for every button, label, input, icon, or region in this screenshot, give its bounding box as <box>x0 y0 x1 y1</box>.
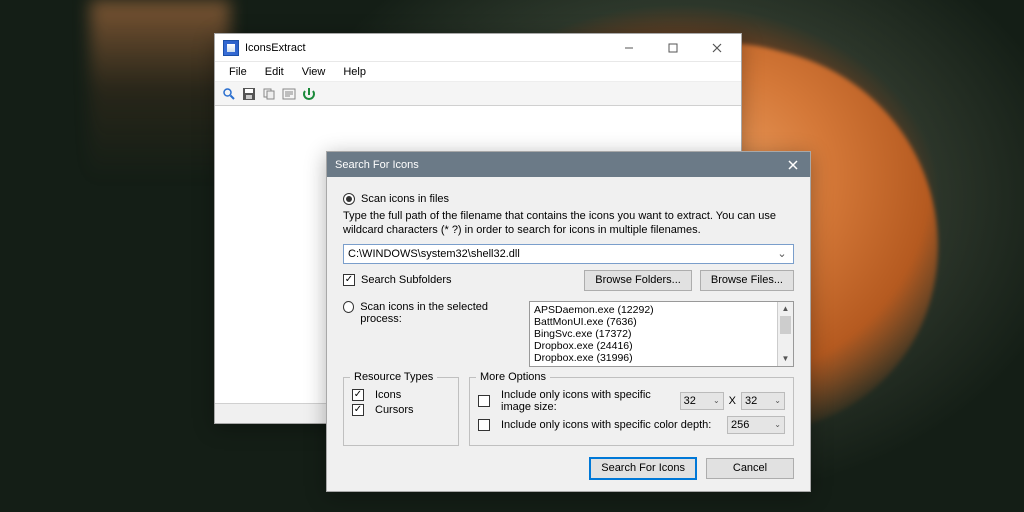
process-list[interactable]: APSDaemon.exe (12292) BattMonUI.exe (763… <box>529 301 794 367</box>
more-options-legend: More Options <box>476 371 550 383</box>
dialog-title: Search For Icons <box>335 159 784 171</box>
cancel-button[interactable]: Cancel <box>706 458 794 479</box>
browse-folders-button[interactable]: Browse Folders... <box>584 270 692 291</box>
scan-process-label: Scan icons in the selected process: <box>360 301 519 325</box>
app-icon <box>223 40 239 56</box>
resource-types-group: Resource Types Icons Cursors <box>343 377 459 446</box>
chevron-down-icon: ⌄ <box>713 396 720 405</box>
menu-edit[interactable]: Edit <box>257 64 292 80</box>
toolbar <box>215 82 741 106</box>
scroll-thumb[interactable] <box>780 316 791 334</box>
properties-icon[interactable] <box>281 86 297 102</box>
scroll-up-icon[interactable]: ▲ <box>778 302 793 316</box>
depth-select[interactable]: 256⌄ <box>727 416 785 434</box>
more-options-group: More Options Include only icons with spe… <box>469 377 794 446</box>
icons-checkbox[interactable] <box>352 389 364 401</box>
chevron-down-icon[interactable]: ⌄ <box>775 247 789 260</box>
size-x: X <box>729 395 736 407</box>
search-subfolders-label: Search Subfolders <box>361 274 452 286</box>
process-scrollbar[interactable]: ▲ ▼ <box>777 302 793 366</box>
path-value: C:\WINDOWS\system32\shell32.dll <box>348 248 520 260</box>
dialog-close-button[interactable] <box>784 156 802 174</box>
exit-icon[interactable] <box>301 86 317 102</box>
close-button[interactable] <box>695 35 739 61</box>
cursors-checkbox[interactable] <box>352 404 364 416</box>
chevron-down-icon: ⌄ <box>774 420 781 429</box>
list-item[interactable]: BattMonUI.exe (7636) <box>534 316 789 328</box>
scan-files-hint: Type the full path of the filename that … <box>343 209 794 238</box>
width-select[interactable]: 32⌄ <box>680 392 724 410</box>
search-subfolders-checkbox[interactable] <box>343 274 355 286</box>
main-title: IconsExtract <box>245 42 607 54</box>
icons-label: Icons <box>375 389 401 401</box>
browse-files-button[interactable]: Browse Files... <box>700 270 794 291</box>
height-select[interactable]: 32⌄ <box>741 392 785 410</box>
menu-view[interactable]: View <box>294 64 334 80</box>
resource-types-legend: Resource Types <box>350 371 437 383</box>
menu-file[interactable]: File <box>221 64 255 80</box>
scan-process-radio[interactable] <box>343 301 354 313</box>
scan-files-label: Scan icons in files <box>361 193 449 205</box>
cursors-label: Cursors <box>375 404 414 416</box>
list-item[interactable]: APSDaemon.exe (12292) <box>534 304 789 316</box>
depth-filter-label: Include only icons with specific color d… <box>501 419 722 431</box>
maximize-button[interactable] <box>651 35 695 61</box>
menu-help[interactable]: Help <box>335 64 374 80</box>
search-dialog: Search For Icons Scan icons in files Typ… <box>326 151 811 492</box>
size-filter-checkbox[interactable] <box>478 395 490 407</box>
main-titlebar[interactable]: IconsExtract <box>215 34 741 62</box>
copy-icon[interactable] <box>261 86 277 102</box>
depth-filter-checkbox[interactable] <box>478 419 490 431</box>
search-button[interactable]: Search For Icons <box>590 458 696 479</box>
dialog-titlebar[interactable]: Search For Icons <box>327 152 810 177</box>
list-item[interactable]: Dropbox.exe (24416) <box>534 340 789 352</box>
search-icon[interactable] <box>221 86 237 102</box>
save-icon[interactable] <box>241 86 257 102</box>
scroll-down-icon[interactable]: ▼ <box>778 352 793 366</box>
scan-files-radio[interactable] <box>343 193 355 205</box>
menubar: File Edit View Help <box>215 62 741 82</box>
size-filter-label: Include only icons with specific image s… <box>501 389 675 413</box>
list-item[interactable]: Dropbox.exe (31996) <box>534 352 789 364</box>
minimize-button[interactable] <box>607 35 651 61</box>
list-item[interactable]: BingSvc.exe (17372) <box>534 328 789 340</box>
chevron-down-icon: ⌄ <box>774 396 781 405</box>
path-input[interactable]: C:\WINDOWS\system32\shell32.dll ⌄ <box>343 244 794 264</box>
